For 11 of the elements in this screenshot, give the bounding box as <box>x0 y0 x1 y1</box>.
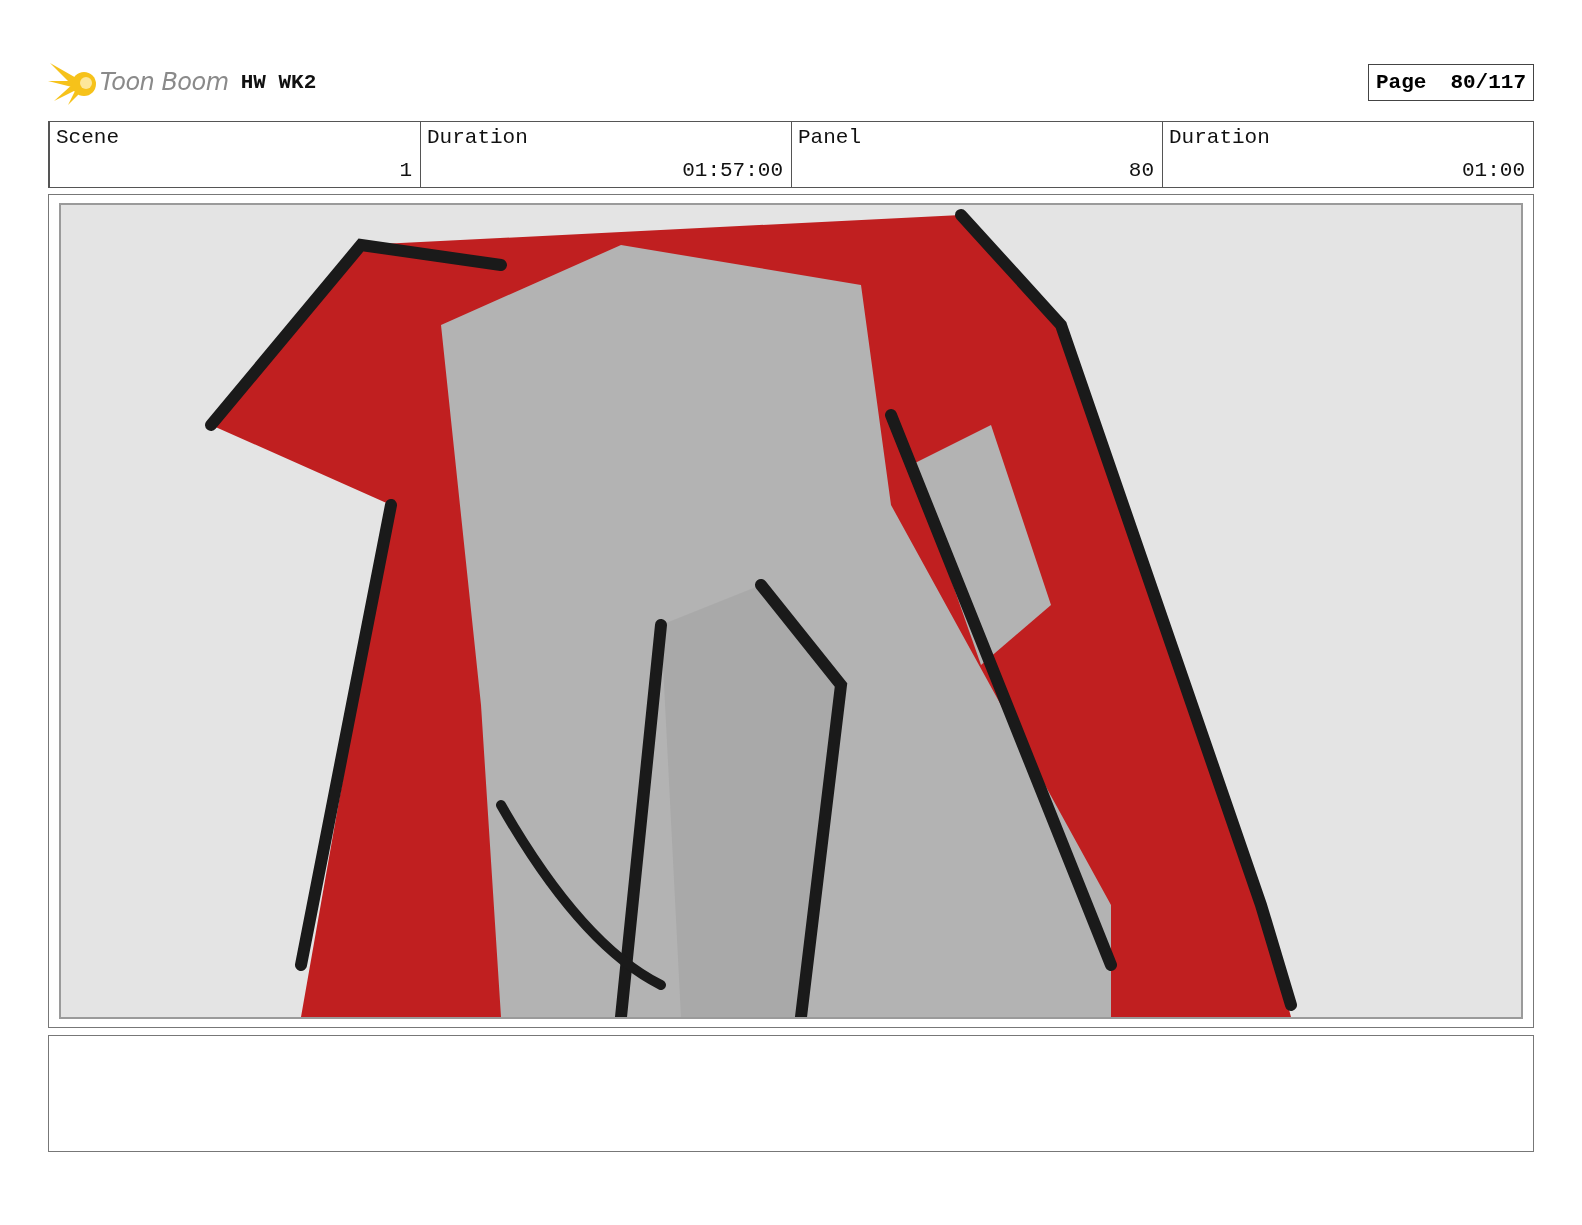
page-counter: Page 80/117 <box>1367 63 1534 101</box>
column-header: Duration <box>1169 126 1271 149</box>
column-header: Panel <box>798 126 862 149</box>
column-header: Scene <box>56 126 120 149</box>
table-cell: 80 <box>1128 159 1154 182</box>
table-cell: 1 <box>399 159 412 182</box>
project-title: HW WK2 <box>240 70 317 94</box>
logo-text: Toon Boom <box>100 68 229 96</box>
column-header: Duration <box>427 126 529 149</box>
table-cell: 01:57:00 <box>682 159 783 182</box>
table-cell: 01:00 <box>1462 159 1525 182</box>
